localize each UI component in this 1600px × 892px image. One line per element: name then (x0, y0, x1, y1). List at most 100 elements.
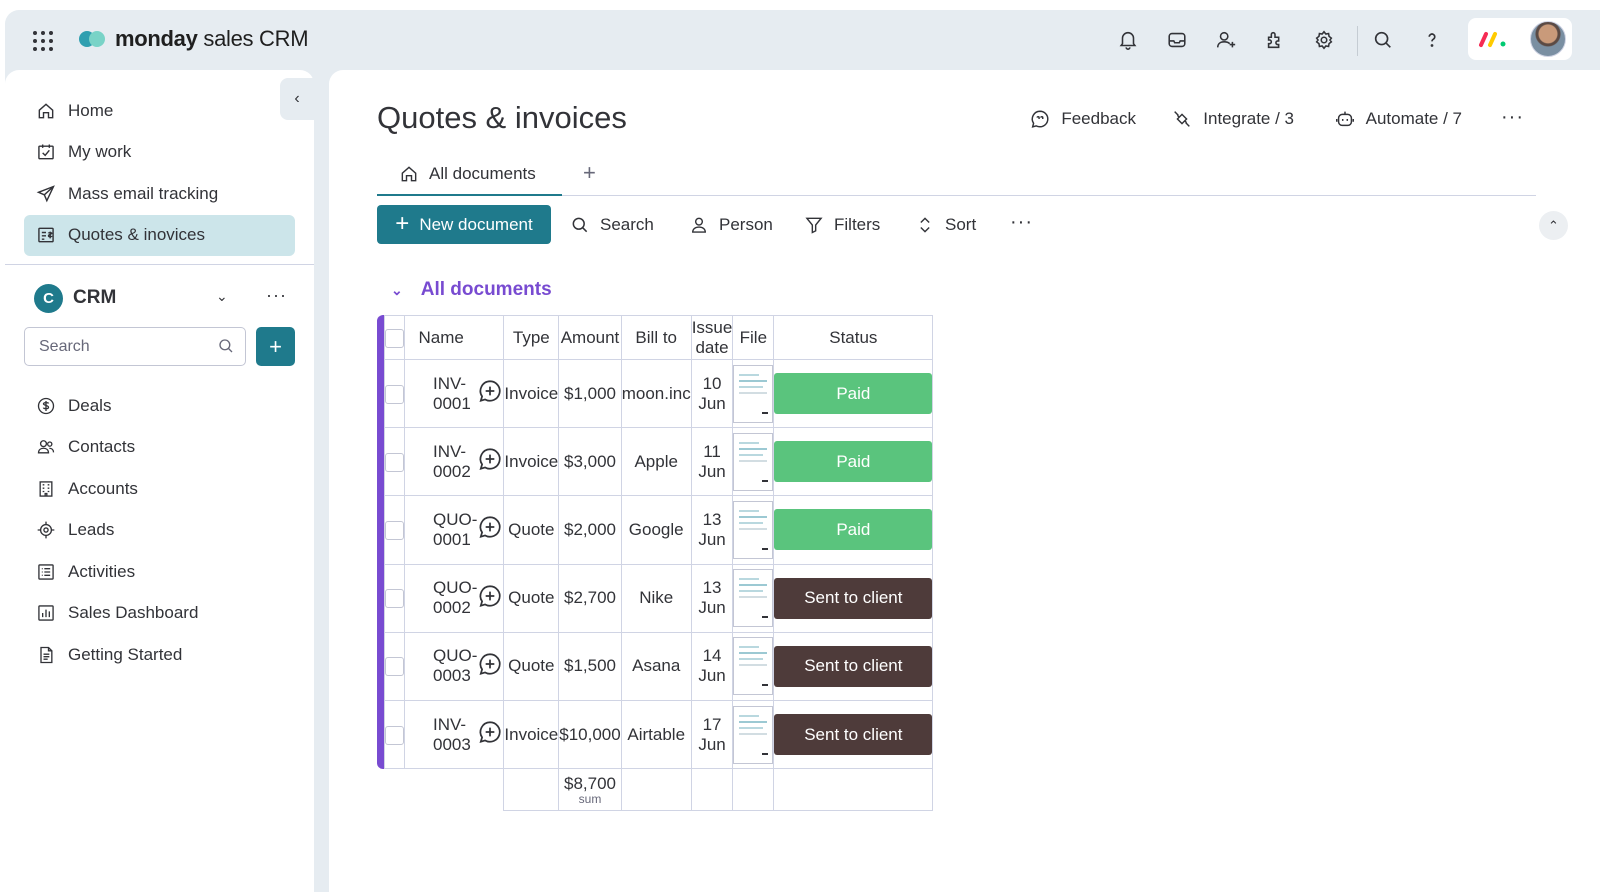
cell-file[interactable] (732, 427, 775, 497)
cell-type[interactable]: Invoice (503, 699, 560, 770)
filters-button[interactable]: Filters (804, 205, 880, 244)
column-header-status[interactable]: Status (773, 315, 934, 360)
cell-issue-date[interactable]: 13 Jun (690, 563, 734, 633)
cell-bill-to[interactable]: Asana (620, 631, 692, 701)
sidebar-item-accounts[interactable]: Accounts (24, 468, 295, 510)
cell-bill-to[interactable]: moon.inc (620, 358, 692, 429)
file-thumbnail[interactable] (733, 364, 774, 423)
feedback-button[interactable]: Feedback (1029, 108, 1136, 130)
cell-bill-to[interactable]: Nike (620, 563, 692, 633)
add-update-button[interactable] (477, 427, 505, 497)
more-options-icon[interactable]: ··· (1010, 211, 1033, 234)
tab-all-documents[interactable]: All documents (377, 154, 562, 196)
add-update-button[interactable] (477, 495, 505, 565)
file-thumbnail[interactable] (733, 500, 774, 559)
sidebar-item-home[interactable]: Home (24, 90, 295, 132)
add-update-button[interactable] (477, 358, 505, 429)
file-thumbnail[interactable] (733, 637, 774, 696)
cell-issue-date[interactable]: 11 Jun (690, 427, 734, 497)
cell-type[interactable]: Quote (503, 631, 560, 701)
cell-amount[interactable]: $1,500 (558, 631, 622, 701)
cell-file[interactable] (732, 358, 775, 429)
cell-status[interactable]: Sent to client (773, 563, 934, 633)
account-menu[interactable] (1468, 18, 1572, 60)
cell-status[interactable]: Sent to client (773, 631, 934, 701)
status-label[interactable]: Paid (774, 509, 933, 551)
cell-issue-date[interactable]: 17 Jun (690, 699, 734, 770)
cell-type[interactable]: Quote (503, 563, 560, 633)
file-thumbnail[interactable] (733, 569, 774, 628)
row-checkbox[interactable] (384, 699, 405, 770)
cell-name[interactable]: INV-0003 (404, 699, 478, 770)
sidebar-item-deals[interactable]: Deals (24, 385, 295, 427)
column-header-issue-date[interactable]: Issue date (690, 315, 734, 360)
cell-status[interactable]: Sent to client (773, 699, 934, 770)
integrate-button[interactable]: Integrate / 3 (1171, 108, 1294, 130)
table-row[interactable]: INV-0002 Invoice $3,000 Apple 11 Jun Paid (384, 427, 934, 497)
cell-name[interactable]: INV-0001 (404, 358, 478, 429)
cell-file[interactable] (732, 631, 775, 701)
add-update-button[interactable] (477, 631, 505, 701)
cell-file[interactable] (732, 699, 775, 770)
group-header[interactable]: ⌄ All documents (391, 279, 552, 301)
sidebar-item-contacts[interactable]: Contacts (24, 427, 295, 469)
automate-button[interactable]: Automate / 7 (1334, 108, 1462, 130)
status-label[interactable]: Sent to client (774, 645, 933, 687)
cell-type[interactable]: Quote (503, 495, 560, 565)
sort-button[interactable]: Sort (915, 205, 976, 244)
column-header-name[interactable]: Name (404, 315, 478, 360)
table-row[interactable]: QUO-0003 Quote $1,500 Asana 14 Jun Sent to cl… (384, 631, 934, 701)
settings-icon[interactable] (1310, 26, 1338, 54)
inbox-icon[interactable] (1163, 26, 1191, 54)
cell-name[interactable]: INV-0002 (404, 427, 478, 497)
chevron-down-icon[interactable]: ⌄ (216, 288, 228, 305)
table-row[interactable]: QUO-0001 Quote $2,000 Google 13 Jun Paid (384, 495, 934, 565)
cell-bill-to[interactable]: Google (620, 495, 692, 565)
file-thumbnail[interactable] (733, 705, 774, 764)
sidebar-item-quotes[interactable]: Quotes & inovices (24, 214, 295, 256)
cell-bill-to[interactable]: Apple (620, 427, 692, 497)
column-header-add[interactable] (932, 315, 934, 360)
cell-status[interactable]: Paid (773, 358, 934, 429)
sidebar-item-getting-started[interactable]: Getting Started (24, 634, 295, 676)
cell-bill-to[interactable]: Airtable (620, 699, 692, 770)
add-item-button[interactable]: + (256, 327, 295, 366)
cell-amount[interactable]: $2,000 (558, 495, 622, 565)
row-checkbox[interactable] (384, 358, 405, 429)
add-view-button[interactable]: + (583, 160, 596, 186)
row-checkbox[interactable] (384, 427, 405, 497)
cell-amount[interactable]: $3,000 (558, 427, 622, 497)
brand-logo[interactable]: monday sales CRM (79, 26, 309, 52)
column-header-bill-to[interactable]: Bill to (620, 315, 692, 360)
new-document-button[interactable]: + New document (377, 205, 551, 244)
cell-name[interactable]: QUO-0002 (404, 563, 478, 633)
sidebar-search-input[interactable] (39, 337, 209, 356)
table-row[interactable]: INV-0003 Invoice $10,000 Airtable 17 Jun Sent… (384, 699, 934, 770)
file-thumbnail[interactable] (733, 432, 774, 491)
sidebar-item-sales-dashboard[interactable]: Sales Dashboard (24, 593, 295, 635)
cell-issue-date[interactable]: 10 Jun (690, 358, 734, 429)
row-checkbox[interactable] (384, 495, 405, 565)
status-label[interactable]: Sent to client (774, 714, 933, 756)
row-checkbox[interactable] (384, 631, 405, 701)
status-label[interactable]: Paid (774, 441, 933, 483)
add-update-button[interactable] (477, 563, 505, 633)
cell-type[interactable]: Invoice (503, 427, 560, 497)
avatar[interactable] (1530, 21, 1566, 57)
cell-type[interactable]: Invoice (503, 358, 560, 429)
cell-amount[interactable]: $2,700 (558, 563, 622, 633)
row-checkbox[interactable] (384, 563, 405, 633)
sidebar-item-mass-email[interactable]: Mass email tracking (24, 173, 295, 215)
cell-issue-date[interactable]: 13 Jun (690, 495, 734, 565)
chevron-down-icon[interactable]: ⌄ (391, 282, 403, 299)
bell-icon[interactable] (1114, 26, 1142, 54)
column-header-type[interactable]: Type (503, 315, 560, 360)
cell-file[interactable] (732, 495, 775, 565)
collapse-header-button[interactable]: ⌃ (1539, 211, 1568, 240)
integrations-icon[interactable] (1261, 26, 1289, 54)
search-icon[interactable] (1369, 26, 1397, 54)
sidebar-item-my-work[interactable]: My work (24, 132, 295, 174)
help-icon[interactable] (1418, 26, 1446, 54)
app-switcher-icon[interactable] (31, 29, 55, 53)
table-row[interactable]: QUO-0002 Quote $2,700 Nike 13 Jun Sent to cli… (384, 563, 934, 633)
